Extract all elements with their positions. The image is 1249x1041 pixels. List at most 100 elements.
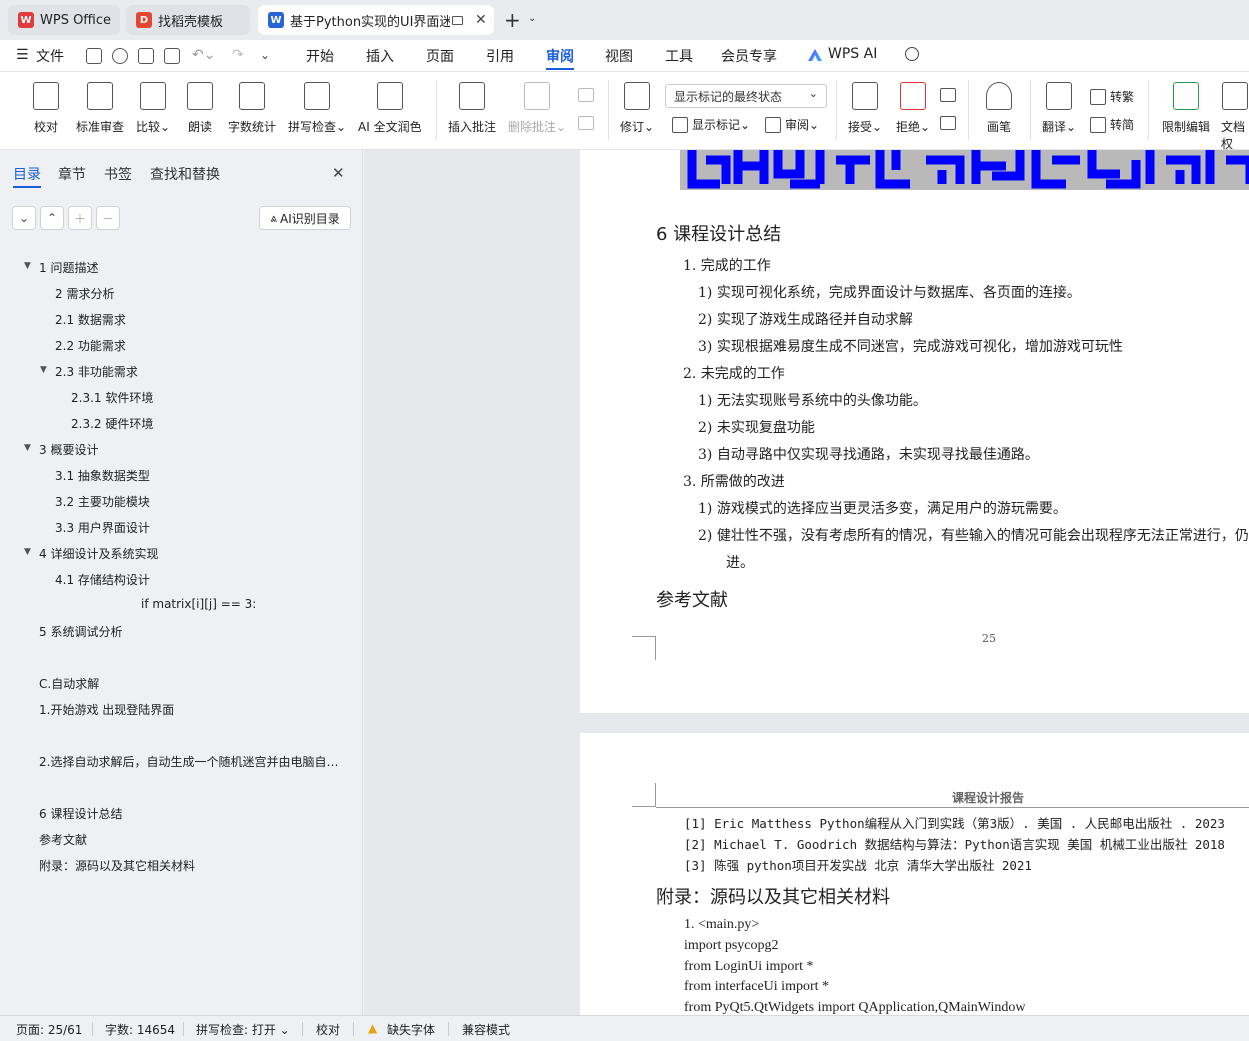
toc-item[interactable]: 2.3 非功能需求 [55,363,138,380]
proofread-button[interactable]: 校对 [33,82,59,135]
toc-item[interactable]: 3.1 抽象数据类型 [55,467,150,484]
print-icon[interactable] [138,48,154,64]
divider [836,80,837,140]
link-icon[interactable] [112,48,128,64]
new-tab-icon[interactable]: + [504,8,521,32]
review-pane-button[interactable]: 审阅 ⌄ [765,116,819,133]
menu-start[interactable]: 开始 [306,46,334,66]
toc-item[interactable]: 4 详细设计及系统实现 [39,545,158,562]
toc-item[interactable]: 2 需求分析 [55,285,114,302]
button-label: 删除批注⌄ [508,120,567,134]
track-changes-button[interactable]: 修订⌄ [620,82,654,135]
next-change-icon[interactable] [940,116,956,130]
remove-heading-button[interactable]: － [96,206,120,230]
redo-icon[interactable]: ↷ [232,47,244,63]
read-aloud-button[interactable]: 朗读 [187,82,213,135]
show-markup-button[interactable]: 显示标记 ⌄ [672,116,750,133]
spell-check-button[interactable]: 拼写检查⌄ [288,82,346,135]
menu-reference[interactable]: 引用 [486,46,514,66]
ai-polish-button[interactable]: AI 全文润色 [358,82,422,135]
more-icon[interactable]: ⌄ [260,48,270,62]
markup-state-select[interactable]: 显示标记的最终状态 ⌄ [665,84,827,108]
nav-tab-bookmarks[interactable]: 书签 [104,164,132,184]
track-changes-icon [624,82,651,110]
code-line: import psycopg2 [684,938,779,953]
expand-arrow-icon[interactable]: ▼ [40,365,47,375]
toc-item[interactable]: 6 课程设计总结 [39,805,122,822]
expand-all-button[interactable]: ⌃ [40,206,64,230]
word-count-button[interactable]: 字数统计 [228,82,276,135]
toc-item[interactable]: 附录：源码以及其它相关材料 [39,857,195,874]
prev-comment-icon[interactable] [578,88,594,102]
menu-page[interactable]: 页面 [426,46,454,66]
add-heading-button[interactable]: ＋ [68,206,92,230]
toc-item[interactable]: 4.1 存储结构设计 [55,571,150,588]
wps-ai-logo-icon [808,49,822,61]
to-simplified-button[interactable]: 转简 [1090,116,1134,133]
translate-button[interactable]: 翻译⌄ [1042,82,1076,135]
toc-item[interactable]: 2.2 功能需求 [55,337,126,354]
toc-item[interactable]: 5 系统调试分析 [39,623,122,640]
menu-tools[interactable]: 工具 [665,46,693,66]
prev-change-icon[interactable] [940,88,956,102]
menu-view[interactable]: 视图 [605,46,633,66]
nav-tab-chapters[interactable]: 章节 [58,164,86,184]
expand-arrow-icon[interactable]: ▼ [24,443,31,453]
menu-insert[interactable]: 插入 [366,46,394,66]
document-canvas[interactable]: 6 课程设计总结 1. 完成的工作 1) 实现可视化系统，完成界面设计与数据库、… [364,150,1249,1015]
chevron-down-icon[interactable]: ⌄ [528,13,536,24]
hamburger-icon[interactable]: ☰ [16,47,29,63]
toc-item[interactable]: 2.3.2 硬件环境 [71,415,153,432]
tab-docer-templates[interactable]: D 找稻壳模板 [126,5,250,35]
toc-item[interactable]: 参考文献 [39,831,87,848]
standard-review-button[interactable]: 标准审查 [76,82,124,135]
expand-arrow-icon[interactable]: ▼ [24,547,31,557]
next-comment-icon[interactable] [578,116,594,130]
toc-item[interactable]: 3.3 用户界面设计 [55,519,150,536]
menu-member[interactable]: 会员专享 [721,46,777,66]
toc-item[interactable]: 2.3.1 软件环境 [71,389,153,406]
page-indicator[interactable]: 页面: 25/61 [16,1021,82,1038]
close-icon[interactable]: ✕ [332,164,345,182]
button-label: 比较⌄ [136,120,171,134]
save-icon[interactable] [86,48,102,64]
menu-file[interactable]: 文件 [36,46,64,66]
pen-button[interactable]: 画笔 [986,82,1012,135]
close-tab-icon[interactable]: ✕ [475,12,487,28]
delete-comment-button[interactable]: 删除批注⌄ [508,82,566,135]
nav-tab-toc[interactable]: 目录 [13,164,41,188]
insert-comment-button[interactable]: 插入批注 [448,82,496,135]
toc-item[interactable]: 3 概要设计 [39,441,98,458]
search-icon[interactable] [905,47,919,61]
undo-icon[interactable]: ↶⌄ [192,47,215,63]
restrict-editing-button[interactable]: 限制编辑 [1162,82,1210,135]
toc-item[interactable]: 1.开始游戏 出现登陆界面 [39,701,174,718]
ai-recognize-toc-button[interactable]: ⩓ AI识别目录 [259,206,351,230]
translate-icon [1046,82,1073,110]
reject-button[interactable]: 拒绝⌄ [896,82,930,135]
compat-mode-status: 兼容模式 [462,1023,511,1037]
menu-review[interactable]: 审阅 [546,46,574,70]
accept-button[interactable]: 接受⌄ [848,82,882,135]
tab-wps-office[interactable]: W WPS Office [8,5,120,35]
menu-wps-ai[interactable]: WPS AI [828,46,877,62]
chevron-up-icon: ⌃ [46,211,58,225]
collapse-all-button[interactable]: ⌄ [12,206,36,230]
nav-tab-find-replace[interactable]: 查找和替换 [150,164,220,184]
spell-check-status[interactable]: 拼写检查: 打开 ⌄ [196,1021,290,1038]
toc-item[interactable]: 2.选择自动求解后，自动生成一个随机迷宫并由电脑自 ... [39,753,339,770]
compare-button[interactable]: 比较⌄ [136,82,170,135]
print-preview-icon[interactable] [164,48,180,64]
doc-permission-button[interactable]: 文档权 [1221,82,1249,152]
tab-current-document[interactable]: W 基于Python实现的UI界面迷宫 ✕ [258,5,494,35]
word-count[interactable]: 字数: 14654 [105,1021,175,1038]
expand-arrow-icon[interactable]: ▼ [24,261,31,271]
toc-item[interactable]: 3.2 主要功能模块 [55,493,150,510]
missing-font-status[interactable]: 缺失字体 [387,1021,435,1038]
to-traditional-button[interactable]: 转繁 [1090,88,1134,105]
toc-item[interactable]: if matrix[i][j] == 3: [141,597,256,611]
toc-item[interactable]: 1 问题描述 [39,259,98,276]
toc-item[interactable]: C.自动求解 [39,675,99,692]
toc-item[interactable]: 2.1 数据需求 [55,311,126,328]
proofread-status[interactable]: 校对 [316,1021,340,1038]
